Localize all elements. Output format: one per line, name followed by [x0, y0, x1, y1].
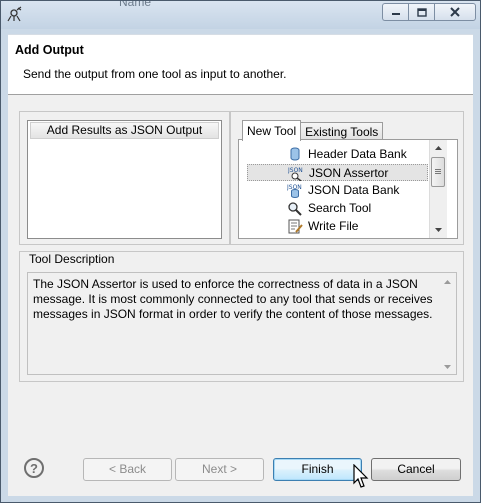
satellite-app-icon: [7, 6, 22, 22]
tool-list[interactable]: Header Data Bank JSON JSON Assertor JSON: [247, 140, 429, 238]
tool-label: Header Data Bank: [308, 147, 407, 161]
tool-description-label: Tool Description: [29, 252, 115, 266]
mouse-pointer-icon: [353, 464, 369, 488]
dialog-description: Send the output from one tool as input t…: [23, 67, 287, 81]
scroll-up-icon: [435, 146, 442, 150]
description-scrollbar[interactable]: [440, 273, 456, 374]
dialog-content: Add Results as JSON Output New Tool Exis…: [8, 94, 473, 445]
tool-description-text: The JSON Assertor is used to enforce the…: [33, 277, 433, 321]
minimize-icon: [391, 13, 400, 15]
finish-button[interactable]: Finish: [273, 458, 362, 481]
list-item[interactable]: Write File: [247, 218, 428, 235]
scroll-up-icon: [444, 280, 451, 284]
output-target-list[interactable]: Add Results as JSON Output: [27, 120, 222, 239]
list-item[interactable]: Header Data Bank: [247, 146, 428, 163]
close-icon: [450, 7, 460, 17]
dialog-header: Add Output Send the output from one tool…: [8, 34, 473, 94]
json-assertor-icon: JSON: [288, 167, 303, 181]
write-file-icon: [288, 219, 303, 234]
list-item[interactable]: JSON JSON Assertor: [247, 164, 428, 181]
tool-label: JSON Assertor: [309, 166, 389, 180]
new-tool-tab-panel: Header Data Bank JSON JSON Assertor JSON: [238, 139, 458, 239]
tool-chooser-panel: New Tool Existing Tools Header Data Bank: [230, 111, 464, 245]
scroll-down-button[interactable]: [430, 222, 447, 238]
scroll-up-button[interactable]: [430, 140, 447, 156]
restore-icon: [416, 7, 427, 17]
scroll-thumb[interactable]: [431, 157, 445, 187]
restore-button[interactable]: [408, 3, 434, 21]
dialog-title: Add Output: [15, 43, 84, 57]
tool-label: JSON Data Bank: [308, 183, 400, 197]
data-bank-icon: [290, 147, 300, 161]
list-item[interactable]: JSON JSON Data Bank: [247, 182, 428, 199]
output-target-panel: Add Results as JSON Output: [19, 111, 230, 245]
title-bar[interactable]: Name: [1, 1, 480, 29]
list-item[interactable]: Search Tool: [247, 200, 428, 217]
json-data-bank-icon: JSON: [287, 184, 302, 198]
tab-new-tool[interactable]: New Tool: [242, 120, 302, 141]
cancel-button[interactable]: Cancel: [371, 458, 461, 481]
dialog-footer: ? < Back Next > Finish Cancel: [8, 444, 473, 496]
tool-label: Write File: [308, 219, 359, 233]
background-title-text: Name: [119, 0, 152, 9]
tool-description-box: The JSON Assertor is used to enforce the…: [27, 272, 457, 375]
add-output-dialog: Name Add Output Send the output from one…: [0, 0, 481, 503]
scroll-down-icon: [444, 365, 451, 369]
output-target-column-header[interactable]: Add Results as JSON Output: [30, 122, 219, 139]
scroll-down-icon: [435, 228, 442, 232]
search-tool-icon: [288, 202, 302, 216]
tool-description-group: Tool Description The JSON Assertor is us…: [19, 251, 464, 382]
tool-label: Search Tool: [308, 201, 372, 215]
minimize-button[interactable]: [382, 3, 408, 21]
next-button[interactable]: Next >: [175, 458, 264, 481]
help-button[interactable]: ?: [24, 458, 44, 478]
close-button[interactable]: [434, 3, 476, 21]
back-button[interactable]: < Back: [83, 458, 172, 481]
tool-list-scrollbar[interactable]: [429, 140, 447, 238]
